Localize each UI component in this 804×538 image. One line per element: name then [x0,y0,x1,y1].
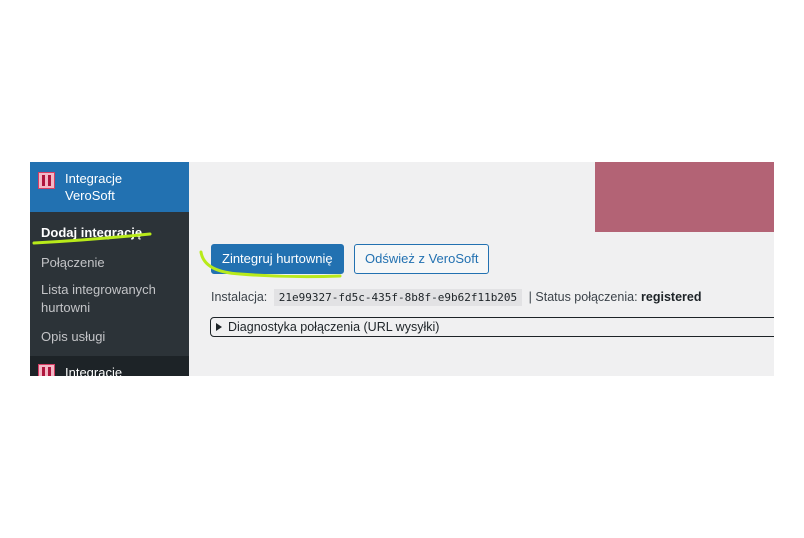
installation-info: Instalacja: 21e99327-fd5c-435f-8b8f-e9b6… [211,287,701,307]
menu-title: Integracje [65,365,123,376]
diagnostics-details[interactable]: Diagnostyka połączenia (URL wysyłki) [210,317,774,337]
submenu-item-lista-hurtowni[interactable]: Lista integrowanych hurtowni [41,281,181,317]
status-label: | Status połączenia: [528,290,638,304]
verosoft-logo-icon [38,364,55,376]
submenu-item-dodaj-integracje[interactable]: Dodaj integrację [41,224,181,242]
menu-integracje-verosoft[interactable]: Integracje VeroSoft [30,162,196,212]
screenshot-frame: Integracje VeroSoft Dodaj integrację Poł… [30,162,774,376]
menu-integracje-next[interactable]: Integracje [30,356,189,376]
menu-title: Integracje VeroSoft [65,171,123,203]
submenu: Dodaj integrację Połączenie Lista integr… [30,212,189,356]
status-value: registered [641,290,702,304]
integrate-wholesaler-button[interactable]: Zintegruj hurtownię [211,244,344,274]
main-content: Zintegruj hurtownię Odśwież z VeroSoft I… [189,162,774,376]
installation-id: 21e99327-fd5c-435f-8b8f-e9b62f11b205 [273,289,523,306]
submenu-item-polaczenie[interactable]: Połączenie [41,254,181,272]
diagnostics-summary: Diagnostyka połączenia (URL wysyłki) [228,320,440,334]
verosoft-logo-icon [38,172,55,189]
admin-sidebar: Integracje VeroSoft Dodaj integrację Poł… [30,162,196,376]
redacted-block [595,162,774,232]
submenu-item-opis-uslugi[interactable]: Opis usługi [41,328,181,346]
refresh-verosoft-button[interactable]: Odśwież z VeroSoft [354,244,490,274]
installation-label: Instalacja: [211,290,268,304]
disclosure-triangle-icon [216,323,222,331]
